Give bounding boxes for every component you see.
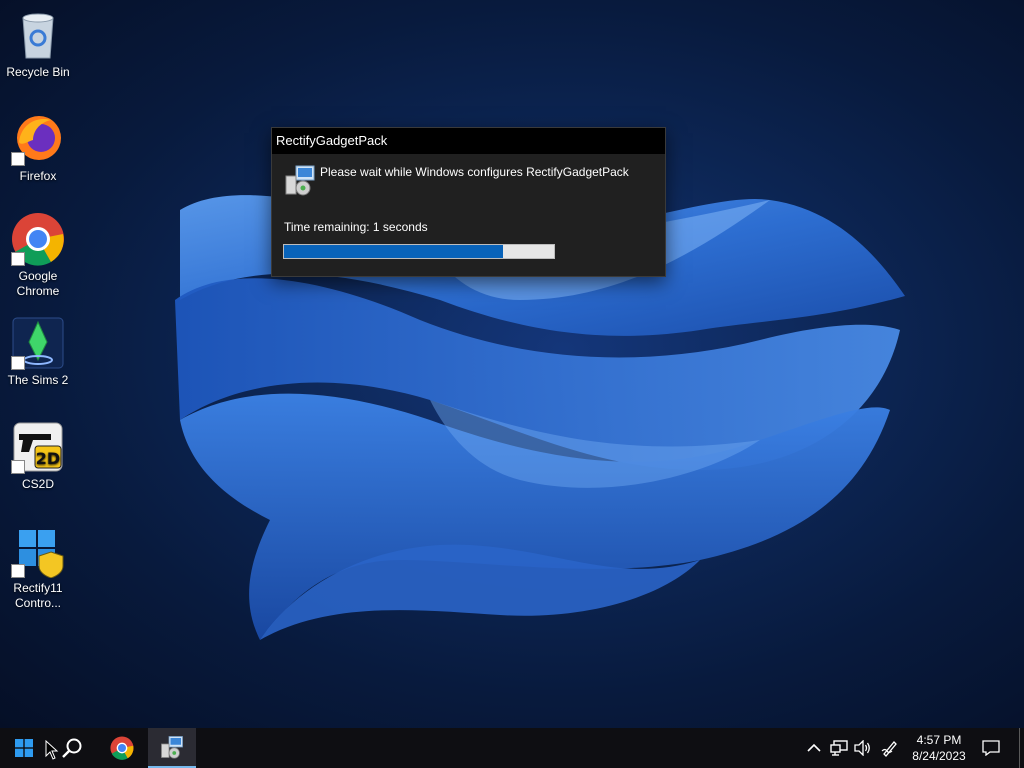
taskbar-chrome-button[interactable]: [98, 728, 146, 768]
setup-installer-icon: [161, 736, 183, 759]
desktop-icon-firefox[interactable]: Firefox: [0, 112, 76, 184]
desktop-icon-label: Firefox: [19, 169, 57, 183]
desktop-icon-cs2d[interactable]: 2D CS2D: [0, 420, 76, 492]
taskbar-clock[interactable]: 4:57 PM 8/24/2023: [902, 732, 976, 764]
desktop-icon-label: Google Chrome: [16, 269, 60, 298]
setup-installer-icon: [284, 164, 316, 196]
install-progress-bar: [283, 244, 555, 259]
time-remaining-label: Time remaining: 1 seconds: [284, 220, 428, 234]
desktop-icon-google-chrome[interactable]: Google Chrome: [0, 212, 76, 299]
shortcut-arrow-icon: [11, 564, 25, 578]
progress-bar-fill: [284, 245, 503, 258]
shortcut-arrow-icon: [11, 152, 25, 166]
svg-text:2D: 2D: [36, 449, 60, 468]
action-center-notification-icon[interactable]: [981, 738, 1001, 758]
taskbar-installer-button[interactable]: [148, 728, 196, 768]
network-icon[interactable]: [829, 738, 849, 758]
show-desktop-button[interactable]: [1019, 728, 1020, 768]
dialog-message: Please wait while Windows configures Rec…: [320, 165, 629, 179]
desktop-icon-the-sims-2[interactable]: The Sims 2: [0, 316, 76, 388]
cs2d-icon: 2D: [11, 420, 65, 474]
desktop-icon-rectify11-control[interactable]: Rectify11 Contro...: [0, 524, 76, 611]
dialog-titlebar[interactable]: RectifyGadgetPack: [272, 128, 665, 154]
desktop-icon-label: CS2D: [21, 477, 54, 491]
recycle-bin-icon: [11, 8, 65, 62]
desktop-icon-recycle-bin[interactable]: Recycle Bin: [0, 8, 76, 80]
windows-logo-icon: [15, 739, 33, 757]
pen-ink-workspace-icon[interactable]: [880, 738, 900, 758]
show-hidden-icons-chevron-up-icon[interactable]: [804, 738, 824, 758]
installer-dialog[interactable]: RectifyGadgetPack Please wait while Wind…: [271, 127, 666, 277]
firefox-icon: [11, 112, 65, 166]
clock-time: 4:57 PM: [916, 733, 962, 747]
desktop-icon-label: The Sims 2: [7, 373, 69, 387]
rectify11-windows-shield-icon: [11, 524, 65, 579]
dialog-title: RectifyGadgetPack: [276, 133, 388, 148]
taskbar: 4:57 PM 8/24/2023: [0, 728, 1024, 768]
sims-plumbob-icon: [11, 316, 65, 370]
shortcut-arrow-icon: [11, 356, 25, 370]
bloom-shape: [175, 195, 905, 640]
shortcut-arrow-icon: [11, 460, 25, 474]
chrome-icon: [110, 736, 134, 760]
clock-date: 8/24/2023: [912, 749, 966, 763]
chrome-icon: [11, 212, 65, 266]
desktop-icon-label: Rectify11 Contro...: [13, 581, 63, 610]
desktop-icon-label: Recycle Bin: [6, 65, 70, 79]
mouse-cursor-icon: [45, 740, 59, 760]
shortcut-arrow-icon: [11, 252, 25, 266]
search-icon: [62, 738, 82, 758]
volume-icon[interactable]: [853, 738, 873, 758]
desktop-wallpaper: [0, 0, 1024, 728]
start-button[interactable]: [0, 728, 48, 768]
